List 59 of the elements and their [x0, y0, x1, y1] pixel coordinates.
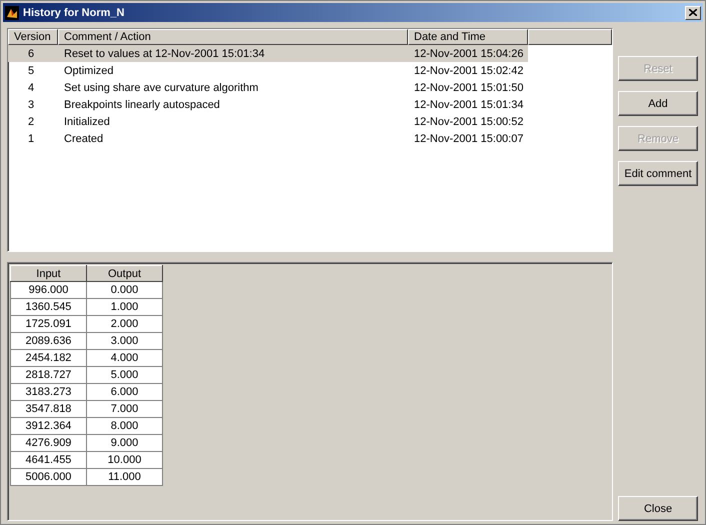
- table-cell-text: 12-Nov-2001 15:02:42: [413, 64, 524, 76]
- history-row[interactable]: 4 Set using share ave curvature algorithm 12-Nov-2001 15:01:50: [8, 79, 528, 96]
- table-cell-text: 5: [27, 64, 36, 76]
- history-row[interactable]: 2 Initialized 12-Nov-2001 15:00:52: [8, 113, 528, 130]
- table-cell[interactable]: 4.000: [86, 350, 162, 366]
- history-row[interactable]: 1 Created 12-Nov-2001 15:00:07: [8, 130, 528, 147]
- close-icon[interactable]: [685, 6, 701, 20]
- table-cell[interactable]: 7.000: [86, 400, 162, 418]
- table-cell[interactable]: 2089.636: [10, 332, 86, 350]
- table-cell-text: 1: [27, 132, 36, 144]
- history-row[interactable]: 5 Optimized 12-Nov-2001 15:02:42: [8, 62, 528, 79]
- action-button[interactable]: Add: [618, 91, 698, 116]
- table-cell[interactable]: 996.000: [10, 282, 86, 298]
- table-cell[interactable]: 4641.455: [10, 452, 86, 468]
- column-header[interactable]: Comment / Action: [58, 29, 408, 45]
- table-cell-text: 12-Nov-2001 15:01:34: [413, 98, 524, 110]
- close-button[interactable]: Close: [618, 496, 698, 521]
- table-cell-text: 4: [27, 82, 36, 94]
- column-header[interactable]: Date and Time: [408, 29, 528, 45]
- window-title: History for Norm_N: [23, 6, 126, 18]
- action-button[interactable]: Edit comment: [618, 161, 698, 186]
- table-cell[interactable]: 1360.545: [10, 298, 86, 316]
- table-cell[interactable]: 3912.364: [10, 418, 86, 434]
- history-row[interactable]: 6 Reset to values at 12-Nov-2001 15:01:34 12-Nov-2001 15:04:26: [8, 45, 528, 62]
- history-row[interactable]: 3 Breakpoints linearly autospaced 12-Nov-2001 15:01:34: [8, 96, 528, 113]
- table-cell-text: 12-Nov-2001 15:00:07: [413, 132, 524, 144]
- table-cell-text: 12-Nov-2001 15:01:50: [413, 82, 524, 94]
- table-cell-text: Breakpoints linearly autospaced: [63, 98, 221, 110]
- table-cell[interactable]: 0.000: [86, 282, 162, 298]
- table-cell-text: 12-Nov-2001 15:04:26: [413, 48, 524, 60]
- table-cell-text: 2: [27, 116, 36, 128]
- table-cell[interactable]: 5.000: [86, 366, 162, 384]
- table-cell[interactable]: 5006.000: [10, 468, 86, 486]
- table-cell[interactable]: 10.000: [86, 452, 162, 468]
- table-cell-text: Created: [63, 132, 104, 144]
- table-cell[interactable]: 9.000: [86, 434, 162, 452]
- table-cell[interactable]: 2.000: [86, 316, 162, 332]
- table-cell-text: 6: [27, 48, 36, 60]
- table-cell[interactable]: 11.000: [86, 468, 162, 486]
- column-header[interactable]: Input: [10, 266, 86, 282]
- table-cell-text: 12-Nov-2001 15:00:52: [413, 116, 524, 128]
- table-cell-text: 3: [27, 98, 36, 110]
- table-cell[interactable]: 1725.091: [10, 316, 86, 332]
- table-cell[interactable]: 2818.727: [10, 366, 86, 384]
- table-cell-text: Set using share ave curvature algorithm: [63, 82, 260, 94]
- table-cell[interactable]: 6.000: [86, 384, 162, 400]
- table-cell[interactable]: 2454.182: [10, 350, 86, 366]
- table-cell[interactable]: 3.000: [86, 332, 162, 350]
- table-cell-text: Optimized: [63, 64, 115, 76]
- app-icon: [5, 6, 19, 20]
- table-cell[interactable]: 4276.909: [10, 434, 86, 452]
- column-header[interactable]: Output: [86, 266, 162, 282]
- table-cell[interactable]: 8.000: [86, 418, 162, 434]
- table-cell[interactable]: 3547.818: [10, 400, 86, 418]
- table-cell-text: Initialized: [63, 116, 111, 128]
- table-cell[interactable]: 3183.273: [10, 384, 86, 400]
- column-header[interactable]: Version: [8, 29, 58, 45]
- table-cell-text: Reset to values at 12-Nov-2001 15:01:34: [63, 48, 266, 60]
- table-cell[interactable]: 1.000: [86, 298, 162, 316]
